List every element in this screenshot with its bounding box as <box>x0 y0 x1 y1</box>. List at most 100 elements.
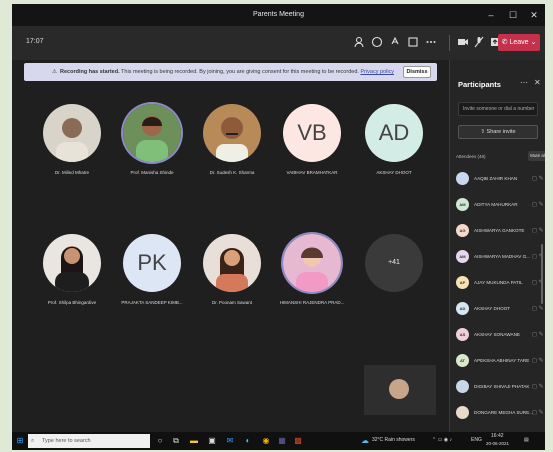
participants-icon[interactable] <box>352 35 366 49</box>
attendee-row[interactable]: AM AISHWARYA MADHAV G... ◻ ✎ <box>456 250 544 264</box>
attendee-row[interactable]: AG AISHWARYA GANKOTE ◻ ✎ <box>456 224 544 238</box>
notifications-icon[interactable]: ▤ <box>524 437 529 443</box>
attendee-avatar <box>456 172 469 185</box>
share-invite-label: Share invite <box>486 129 516 135</box>
windows-taskbar: ⊞ ⌕ Type here to search ○ ⧉ ▬ ▣ ✉ ◐ ◉ ▦ … <box>12 432 545 450</box>
attendee-name: AISHWARYA MADHAV G... <box>474 254 530 259</box>
file-explorer-icon[interactable]: ▬ <box>189 436 199 446</box>
leave-button[interactable]: ✆ Leave ⌄ <box>498 34 540 51</box>
attendee-row[interactable]: AT APEKSHA ABHINAY TARE ◻ ✎ <box>456 354 544 368</box>
title-bar: Parents Meeting – ☐ ✕ <box>12 4 545 26</box>
avatar <box>203 234 261 292</box>
rooms-icon[interactable] <box>406 35 420 49</box>
participant-name: AKSHAY DHOOT <box>376 170 412 175</box>
attendee-name: DONGARE MEGHA SURE... <box>474 410 533 415</box>
attendee-avatar <box>456 380 469 393</box>
attendee-name: ADITYA MAHURKAR <box>474 202 518 207</box>
attendee-row[interactable]: AD AKSHAY DHOOT ◻ ✎ <box>456 302 544 316</box>
more-icon[interactable] <box>424 35 438 49</box>
camera-off-icon[interactable] <box>456 35 470 49</box>
search-icon: ⌕ <box>31 438 35 444</box>
attendee-name: DIGIBAY SHIVAJI PHATAK <box>474 384 530 389</box>
attendee-row[interactable]: AP AJAY MUKUNDA PATIL ◻ ✎ <box>456 276 544 290</box>
toolbar-divider <box>449 35 450 51</box>
attendee-row[interactable]: DONGARE MEGHA SURE... ◻ ✎ <box>456 406 544 420</box>
attendee-row[interactable]: DIGIBAY SHIVAJI PHATAK ◻ ✎ <box>456 380 544 394</box>
meeting-toolbar: 17:07 ✆ Leave ⌄ <box>12 26 545 60</box>
self-avatar <box>389 379 409 399</box>
attendees-label: Attendees (49) <box>456 154 486 159</box>
panel-scrollbar[interactable] <box>541 244 543 304</box>
attendee-avatar: AM <box>456 198 469 211</box>
attendee-status-icons: ◻ ✎ <box>532 358 544 364</box>
invite-placeholder: Invite someone or dial a number <box>463 106 535 112</box>
teams-meeting-window: Parents Meeting – ☐ ✕ 17:07 ✆ Leave ⌄ ⚠ … <box>12 4 545 450</box>
attendee-name: AKSHAY DHOOT <box>474 306 511 311</box>
system-tray-icons[interactable]: ⌃ ▭ ◉ ♪ <box>432 437 452 443</box>
attendee-avatar: AM <box>456 250 469 263</box>
attendee-name: APEKSHA ABHINAY TARE <box>474 358 530 363</box>
attendee-row[interactable]: AS AKSHAY SONAWANE ◻ ✎ <box>456 328 544 342</box>
dismiss-button[interactable]: Dismiss <box>403 66 431 78</box>
window-title: Parents Meeting <box>253 11 304 18</box>
task-view-icon[interactable]: ⧉ <box>171 436 181 446</box>
avatar-initials: AD <box>365 104 423 162</box>
privacy-policy-link[interactable]: Privacy policy <box>360 69 394 75</box>
participant-name: Dr. Poonam Sawant <box>211 300 253 305</box>
avatar <box>43 104 101 162</box>
share-invite-button[interactable]: ⇧ Share invite <box>458 125 538 139</box>
attendee-name: AAQIB ZAHIR KHAN <box>474 176 518 181</box>
attendee-status-icons: ◻ ✎ <box>532 176 544 182</box>
attendee-avatar: AP <box>456 276 469 289</box>
mail-icon[interactable]: ✉ <box>225 436 235 446</box>
attendee-name: AJAY MUKUNDA PATIL <box>474 280 523 285</box>
avatar-initials: PK <box>123 234 181 292</box>
chat-icon[interactable] <box>370 35 384 49</box>
attendee-avatar: AD <box>456 302 469 315</box>
store-icon[interactable]: ▣ <box>207 436 217 446</box>
attendee-status-icons: ◻ ✎ <box>532 228 544 234</box>
participant-name: Dr. Sudesh K. Sharma <box>209 170 255 175</box>
taskbar-search[interactable]: ⌕ Type here to search <box>28 434 150 448</box>
teams-icon[interactable]: ▦ <box>277 436 287 446</box>
cortana-icon[interactable]: ○ <box>155 436 165 446</box>
language-indicator[interactable]: ENG <box>471 437 482 443</box>
attendee-status-icons: ◻ ✎ <box>532 306 544 312</box>
participant-name: VAIBHAV BRAMHATKAR <box>286 170 338 175</box>
mic-off-icon[interactable] <box>472 35 486 49</box>
minimize-button[interactable]: – <box>482 4 500 26</box>
participants-panel: Participants ⋯ ✕ Invite someone or dial … <box>449 60 545 434</box>
avatar <box>203 104 261 162</box>
mute-all-button[interactable]: Mute all <box>528 151 545 161</box>
attendee-status-icons: ◻ ✎ <box>532 410 544 416</box>
attendee-avatar: AS <box>456 328 469 341</box>
attendee-avatar: AG <box>456 224 469 237</box>
attendee-name: AKSHAY SONAWANE <box>474 332 520 337</box>
powerpoint-icon[interactable]: ▩ <box>293 436 303 446</box>
invite-input[interactable]: Invite someone or dial a number <box>458 102 538 116</box>
warning-icon: ⚠ <box>52 69 57 75</box>
windows-start-icon[interactable]: ⊞ <box>15 436 25 446</box>
maximize-button[interactable]: ☐ <box>504 4 522 26</box>
chrome-icon[interactable]: ◉ <box>261 436 271 446</box>
search-placeholder: Type here to search <box>42 438 91 444</box>
self-view <box>364 365 436 415</box>
meeting-timer: 17:07 <box>26 38 44 45</box>
attendee-name: AISHWARYA GANKOTE <box>474 228 525 233</box>
panel-title: Participants <box>458 80 501 89</box>
popout-icon[interactable]: ⋯ <box>520 78 528 87</box>
clock-date[interactable]: 20-06-2021 <box>486 441 509 446</box>
participant-name: Dr. Milind Mhatre <box>54 170 89 175</box>
edge-icon[interactable]: ◐ <box>243 436 253 446</box>
attendee-row[interactable]: AAQIB ZAHIR KHAN ◻ ✎ <box>456 172 544 186</box>
attendee-status-icons: ◻ ✎ <box>532 384 544 390</box>
recording-banner-bold: Recording has started. <box>60 69 120 75</box>
chevron-down-icon: ⌄ <box>528 39 537 46</box>
attendee-row[interactable]: AM ADITYA MAHURKAR ◻ ✎ <box>456 198 544 212</box>
clock-time[interactable]: 16:42 <box>491 433 504 439</box>
close-button[interactable]: ✕ <box>525 4 543 26</box>
reactions-icon[interactable] <box>388 35 402 49</box>
weather-icon: ☁ <box>361 436 369 445</box>
close-panel-icon[interactable]: ✕ <box>534 78 541 87</box>
avatar <box>283 234 341 292</box>
